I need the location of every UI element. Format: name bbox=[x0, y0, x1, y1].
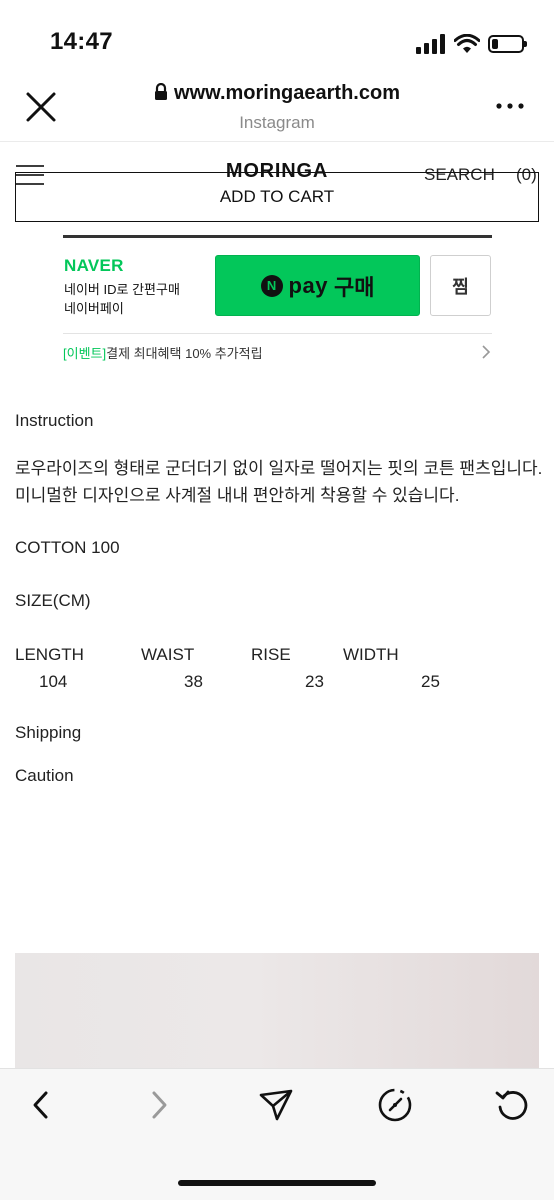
cellular-signal-icon bbox=[416, 34, 445, 54]
add-to-cart-label: ADD TO CART bbox=[219, 187, 335, 206]
forward-icon[interactable] bbox=[140, 1087, 176, 1123]
header-divider bbox=[0, 141, 554, 142]
npay-label: pay bbox=[288, 272, 328, 298]
instruction-title: Instruction bbox=[15, 411, 94, 430]
event-banner[interactable]: [이벤트]결제 최대혜택 10% 추가적립 bbox=[63, 343, 263, 362]
compass-icon[interactable] bbox=[377, 1087, 413, 1123]
status-icons bbox=[416, 32, 527, 56]
url-text: www.moringaearth.com bbox=[174, 82, 400, 104]
material-text: COTTON 100 bbox=[15, 538, 120, 557]
status-time: 14:47 bbox=[50, 28, 113, 55]
url-bar[interactable]: www.moringaearth.com bbox=[0, 82, 554, 105]
more-icon[interactable] bbox=[494, 96, 526, 116]
size-value-width: 25 bbox=[421, 672, 440, 691]
zzim-button[interactable]: 찜 bbox=[430, 255, 491, 316]
shipping-link[interactable]: Shipping bbox=[15, 723, 81, 743]
chevron-right-icon[interactable] bbox=[480, 344, 492, 360]
event-text: 결제 최대혜택 10% 추가적립 bbox=[106, 346, 263, 361]
home-indicator[interactable] bbox=[178, 1180, 376, 1186]
npay-divider bbox=[63, 333, 492, 334]
size-title: SIZE(CM) bbox=[15, 591, 91, 610]
event-tag: [이벤트] bbox=[63, 346, 107, 361]
lock-icon bbox=[155, 83, 168, 100]
back-icon[interactable] bbox=[24, 1087, 60, 1123]
wifi-icon bbox=[454, 34, 480, 53]
npay-badge-icon: N bbox=[260, 274, 283, 297]
share-icon[interactable] bbox=[258, 1087, 294, 1123]
size-value-rise: 23 bbox=[305, 672, 324, 691]
npay-buy-button[interactable]: N pay 구매 bbox=[215, 255, 420, 316]
size-header-length: LENGTH bbox=[15, 645, 84, 664]
reload-icon[interactable] bbox=[494, 1087, 530, 1123]
size-value-waist: 38 bbox=[184, 672, 203, 691]
size-value-length: 104 bbox=[39, 672, 68, 691]
naver-logo: NAVER bbox=[64, 256, 124, 275]
size-header-width: WIDTH bbox=[343, 645, 399, 664]
naver-pay-text: 네이버페이 bbox=[64, 301, 124, 316]
npay-suffix: 구매 bbox=[333, 274, 375, 300]
zzim-label: 찜 bbox=[452, 276, 469, 297]
source-label: Instagram bbox=[239, 113, 315, 132]
naver-id-text: 네이버 ID로 간편구매 bbox=[64, 282, 180, 297]
product-image bbox=[15, 953, 539, 1068]
description-line-1: 로우라이즈의 형태로 군더더기 없이 일자로 떨어지는 핏의 코튼 팬츠입니다. bbox=[15, 459, 543, 478]
description-line-2: 미니멀한 디자인으로 사계절 내내 편안하게 착용할 수 있습니다. bbox=[15, 486, 460, 505]
size-header-rise: RISE bbox=[251, 645, 291, 664]
add-to-cart-button[interactable]: ADD TO CART bbox=[15, 172, 539, 222]
npay-top-border bbox=[63, 235, 492, 238]
size-header-waist: WAIST bbox=[141, 645, 195, 664]
caution-link[interactable]: Caution bbox=[15, 766, 74, 786]
battery-icon bbox=[488, 35, 527, 53]
battery-level bbox=[492, 39, 498, 49]
